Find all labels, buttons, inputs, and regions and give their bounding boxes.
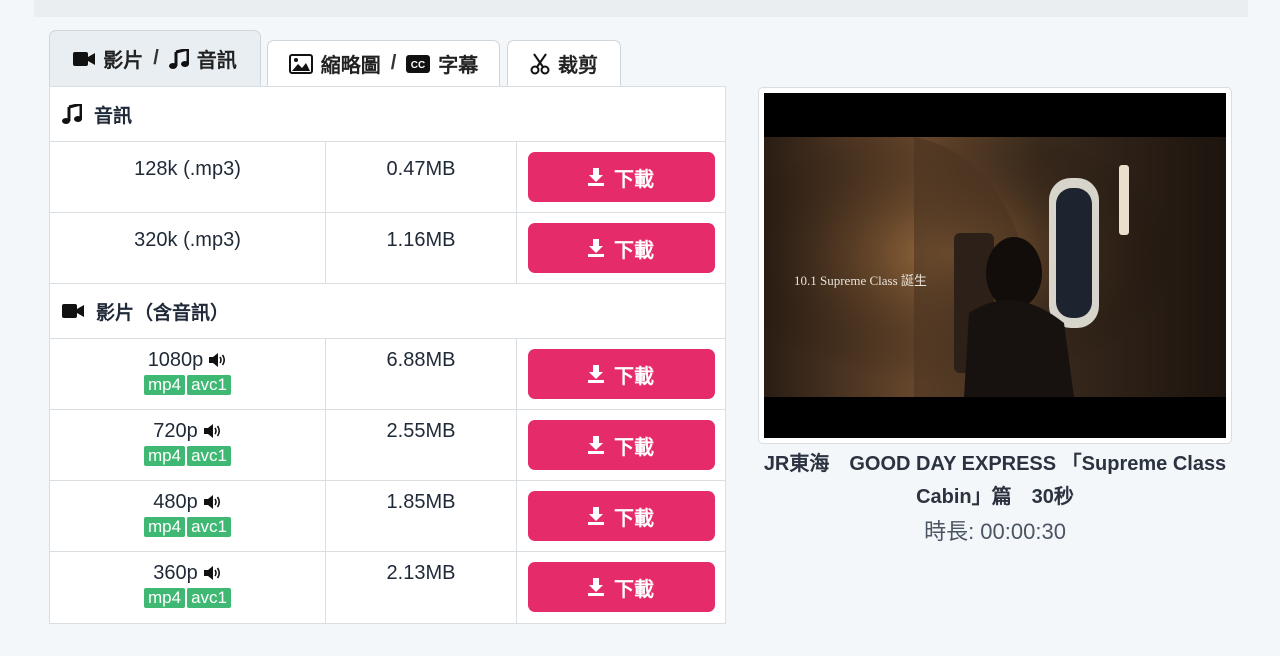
music-note-icon <box>168 48 189 69</box>
tab-video-audio[interactable]: 影片 / 音訊 <box>49 30 261 86</box>
download-icon <box>588 239 604 257</box>
speaker-icon <box>203 424 220 438</box>
top-bar <box>34 0 1248 17</box>
video-camera-icon <box>62 304 84 318</box>
size-cell: 2.13MB <box>326 552 517 623</box>
format-badge: mp4 <box>144 446 186 466</box>
download-button-label: 下載 <box>614 239 654 262</box>
download-icon <box>588 436 604 454</box>
tab-separator: / <box>153 47 159 69</box>
table-row: 360p mp4 avc1 2.13MB 下載 <box>50 552 725 623</box>
tab-crop[interactable]: 裁剪 <box>507 40 621 86</box>
download-button[interactable]: 下載 <box>527 349 715 399</box>
download-icon <box>588 168 604 186</box>
resolution-label: 480p <box>153 491 198 513</box>
codec-badge: avc1 <box>187 375 231 395</box>
download-button[interactable]: 下載 <box>527 223 715 273</box>
video-section-header: 影片（含音訊） <box>50 284 725 339</box>
table-row: 1080p mp4 avc1 6.88MB 下載 <box>50 339 725 410</box>
music-note-icon <box>62 104 82 124</box>
download-button-label: 下載 <box>614 436 654 459</box>
download-button-label: 下載 <box>614 365 654 388</box>
size-cell: 1.16MB <box>326 213 517 283</box>
download-button[interactable]: 下載 <box>527 491 715 541</box>
video-title: JR東海 GOOD DAY EXPRESS 「Supreme Class Cab… <box>763 453 1227 508</box>
download-icon <box>588 578 604 596</box>
video-camera-icon <box>73 51 96 66</box>
image-icon <box>288 53 313 74</box>
download-button[interactable]: 下載 <box>527 420 715 470</box>
format-badge: mp4 <box>144 375 186 395</box>
download-button[interactable]: 下載 <box>527 152 715 202</box>
video-duration: 時長: 00:00:30 <box>924 519 1066 544</box>
size-cell: 2.55MB <box>326 410 517 480</box>
resolution-label: 360p <box>153 562 198 584</box>
quality-cell: 128k (.mp3) <box>50 142 326 212</box>
quality-cell: 320k (.mp3) <box>50 213 326 283</box>
tab-label-thumbnail: 縮略圖 <box>320 55 381 77</box>
table-row: 480p mp4 avc1 1.85MB 下載 <box>50 481 725 552</box>
tab-label-subtitle: 字幕 <box>438 55 479 77</box>
download-icon <box>588 365 604 383</box>
tab-separator: / <box>390 52 397 74</box>
svg-text:CC: CC <box>411 60 425 71</box>
video-thumbnail-frame: 10.1 Supreme Class 誕生 <box>758 87 1232 444</box>
thumbnail-scene: 10.1 Supreme Class 誕生 <box>764 93 1226 438</box>
speaker-icon <box>203 566 220 580</box>
download-button[interactable]: 下載 <box>527 562 715 612</box>
size-cell: 6.88MB <box>326 339 517 409</box>
table-row: 128k (.mp3) 0.47MB 下載 <box>50 142 725 213</box>
tab-thumbnail-subtitle[interactable]: 縮略圖 / CC 字幕 <box>267 40 500 86</box>
scissors-icon <box>530 52 550 74</box>
download-icon <box>588 507 604 525</box>
download-button-label: 下載 <box>614 578 654 601</box>
speaker-icon <box>209 353 226 367</box>
video-thumbnail[interactable]: 10.1 Supreme Class 誕生 <box>764 93 1226 438</box>
codec-badge: avc1 <box>187 517 231 537</box>
speaker-icon <box>203 495 220 509</box>
size-cell: 1.85MB <box>326 481 517 551</box>
tab-label-crop: 裁剪 <box>558 55 598 77</box>
resolution-label: 720p <box>153 420 198 442</box>
audio-section-title: 音訊 <box>94 105 133 127</box>
download-table: 音訊 128k (.mp3) 0.47MB 下載 320k (.mp3) 1.1… <box>49 86 726 624</box>
format-badge: mp4 <box>144 517 186 537</box>
format-badge: mp4 <box>144 588 186 608</box>
table-row: 320k (.mp3) 1.16MB 下載 <box>50 213 725 284</box>
closed-caption-icon: CC <box>406 54 431 73</box>
download-button-label: 下載 <box>614 168 654 191</box>
table-row: 720p mp4 avc1 2.55MB 下載 <box>50 410 725 481</box>
codec-badge: avc1 <box>187 588 231 608</box>
tab-label-audio: 音訊 <box>196 50 237 72</box>
resolution-label: 1080p <box>147 349 204 371</box>
tab-label-video: 影片 <box>103 50 144 72</box>
download-button-label: 下載 <box>614 507 654 530</box>
codec-badge: avc1 <box>187 446 231 466</box>
audio-section-header: 音訊 <box>50 87 725 142</box>
thumbnail-caption: 10.1 Supreme Class 誕生 <box>794 273 927 288</box>
size-cell: 0.47MB <box>326 142 517 212</box>
video-section-title: 影片（含音訊） <box>96 302 230 324</box>
